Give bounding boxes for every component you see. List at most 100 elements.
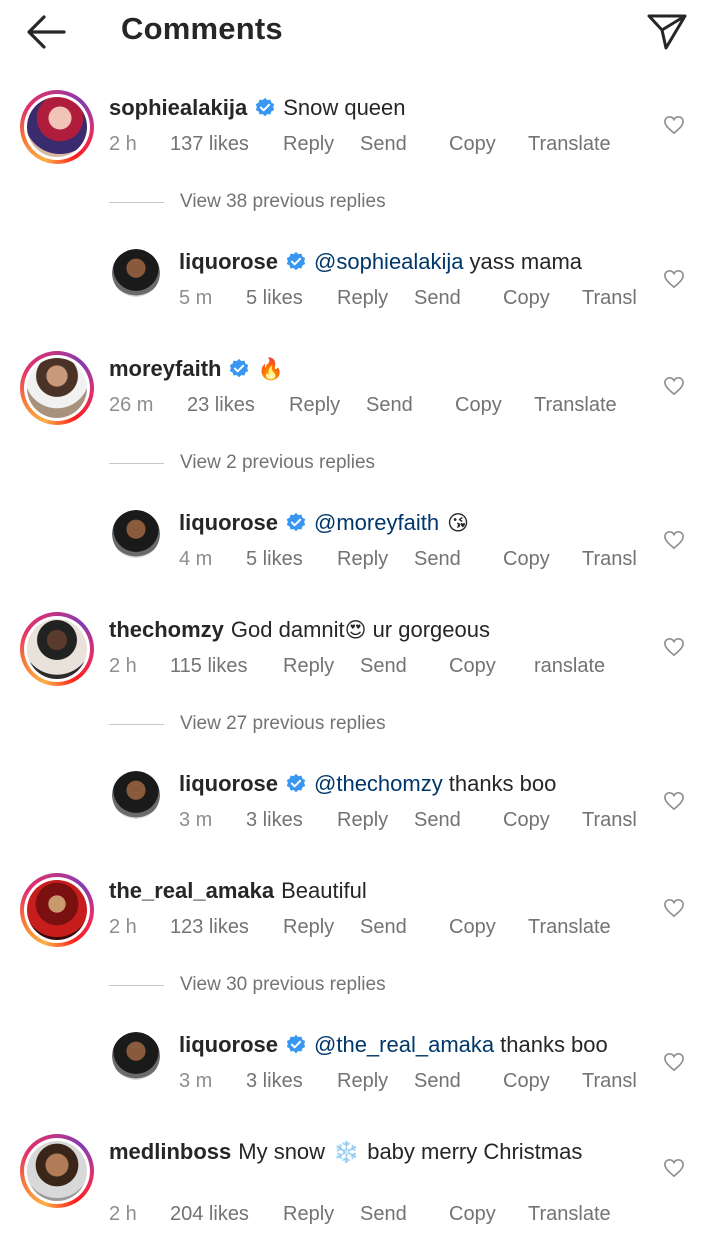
- avatar[interactable]: [112, 1032, 160, 1080]
- comment-username[interactable]: moreyfaith: [109, 356, 221, 382]
- heart-icon[interactable]: [663, 898, 685, 918]
- translate-button[interactable]: Transl: [582, 548, 637, 571]
- heart-icon[interactable]: [663, 376, 685, 396]
- reply-username[interactable]: liquorose: [179, 771, 278, 797]
- heart-icon[interactable]: [663, 1158, 685, 1178]
- reply-username[interactable]: liquorose: [179, 510, 278, 536]
- heart-icon[interactable]: [663, 637, 685, 657]
- send-button[interactable]: Send: [360, 133, 407, 156]
- avatar[interactable]: [20, 873, 94, 947]
- comment-username[interactable]: sophiealakija: [109, 95, 247, 121]
- likes-count[interactable]: 204 likes: [170, 1203, 249, 1226]
- copy-button[interactable]: Copy: [449, 133, 496, 156]
- reply-button[interactable]: Reply: [283, 655, 334, 678]
- send-button[interactable]: Send: [414, 809, 461, 832]
- comment-username[interactable]: the_real_amaka: [109, 878, 274, 904]
- verified-badge-icon: [230, 358, 249, 378]
- reply-meta: 4 m 5 likes Reply Send Copy Transl: [179, 548, 649, 574]
- send-button[interactable]: Send: [360, 916, 407, 939]
- copy-button[interactable]: Copy: [503, 287, 550, 310]
- comment-username[interactable]: thechomzy: [109, 617, 224, 643]
- mention-link[interactable]: @moreyfaith: [314, 510, 439, 536]
- arrow-left-icon[interactable]: [24, 12, 68, 52]
- mention-link[interactable]: @the_real_amaka: [314, 1032, 494, 1058]
- heart-icon[interactable]: [663, 791, 685, 811]
- translate-button[interactable]: ranslate: [534, 655, 605, 678]
- paper-plane-icon[interactable]: [644, 8, 690, 54]
- view-previous-replies[interactable]: View 30 previous replies: [109, 974, 386, 996]
- divider: [109, 462, 164, 464]
- copy-button[interactable]: Copy: [449, 916, 496, 939]
- reply-text: thanks boo: [448, 771, 557, 796]
- send-button[interactable]: Send: [414, 287, 461, 310]
- avatar[interactable]: [112, 249, 160, 297]
- send-button[interactable]: Send: [414, 548, 461, 571]
- reply-username[interactable]: liquorose: [179, 1032, 278, 1058]
- reply-button[interactable]: Reply: [337, 1070, 388, 1093]
- copy-button[interactable]: Copy: [455, 394, 502, 417]
- reply-button[interactable]: Reply: [283, 1203, 334, 1226]
- reply-username[interactable]: liquorose: [179, 249, 278, 275]
- reply-button[interactable]: Reply: [337, 548, 388, 571]
- copy-button[interactable]: Copy: [449, 1203, 496, 1226]
- avatar[interactable]: [20, 1134, 94, 1208]
- likes-count[interactable]: 3 likes: [246, 1070, 303, 1093]
- header: Comments: [0, 0, 720, 62]
- comment-text-after: ur gorgeous: [372, 617, 490, 642]
- translate-button[interactable]: Transl: [582, 1070, 637, 1093]
- avatar[interactable]: [112, 510, 160, 558]
- avatar[interactable]: [112, 771, 160, 819]
- verified-badge-icon: [286, 512, 306, 532]
- reply-button[interactable]: Reply: [283, 133, 334, 156]
- reply-meta: 3 m 3 likes Reply Send Copy Transl: [179, 1070, 649, 1096]
- mention-link[interactable]: @sophiealakija: [314, 249, 464, 275]
- copy-button[interactable]: Copy: [503, 809, 550, 832]
- copy-button[interactable]: Copy: [503, 548, 550, 571]
- reply-button[interactable]: Reply: [283, 916, 334, 939]
- translate-button[interactable]: Translate: [528, 133, 611, 156]
- translate-button[interactable]: Transl: [582, 287, 637, 310]
- avatar[interactable]: [20, 351, 94, 425]
- likes-count[interactable]: 137 likes: [170, 133, 249, 156]
- likes-count[interactable]: 3 likes: [246, 809, 303, 832]
- likes-count[interactable]: 23 likes: [187, 394, 255, 417]
- reply-button[interactable]: Reply: [289, 394, 340, 417]
- reply-text: thanks boo: [500, 1032, 608, 1057]
- heart-icon[interactable]: [663, 269, 685, 289]
- translate-button[interactable]: Transl: [582, 809, 637, 832]
- comment-time: 2 h: [109, 133, 137, 155]
- verified-badge-icon: [256, 97, 275, 117]
- send-button[interactable]: Send: [360, 655, 407, 678]
- comment-meta: 2 h 137 likes Reply Send Copy Translate: [109, 133, 629, 159]
- view-previous-replies[interactable]: View 2 previous replies: [109, 452, 375, 474]
- likes-count[interactable]: 123 likes: [170, 916, 249, 939]
- view-replies-label: View 30 previous replies: [180, 974, 386, 995]
- reply-time: 3 m: [179, 1070, 213, 1092]
- view-previous-replies[interactable]: View 38 previous replies: [109, 191, 386, 213]
- reply-button[interactable]: Reply: [337, 287, 388, 310]
- reply-meta: 3 m 3 likes Reply Send Copy Transl: [179, 809, 649, 835]
- send-button[interactable]: Send: [360, 1203, 407, 1226]
- comment-time: 2 h: [109, 916, 137, 938]
- likes-count[interactable]: 5 likes: [246, 287, 303, 310]
- avatar[interactable]: [20, 612, 94, 686]
- heart-icon[interactable]: [663, 115, 685, 135]
- translate-button[interactable]: Translate: [528, 1203, 611, 1226]
- likes-count[interactable]: 5 likes: [246, 548, 303, 571]
- heart-icon[interactable]: [663, 1052, 685, 1072]
- send-button[interactable]: Send: [414, 1070, 461, 1093]
- reply-meta: 5 m 5 likes Reply Send Copy Transl: [179, 287, 649, 313]
- send-button[interactable]: Send: [366, 394, 413, 417]
- heart-icon[interactable]: [663, 530, 685, 550]
- reply-button[interactable]: Reply: [337, 809, 388, 832]
- avatar[interactable]: [20, 90, 94, 164]
- likes-count[interactable]: 115 likes: [170, 655, 247, 678]
- copy-button[interactable]: Copy: [503, 1070, 550, 1093]
- translate-button[interactable]: Translate: [534, 394, 617, 417]
- copy-button[interactable]: Copy: [449, 655, 496, 678]
- comment-username[interactable]: medlinboss: [109, 1139, 231, 1165]
- view-previous-replies[interactable]: View 27 previous replies: [109, 713, 386, 735]
- translate-button[interactable]: Translate: [528, 916, 611, 939]
- comment-time: 2 h: [109, 1203, 137, 1225]
- mention-link[interactable]: @thechomzy: [314, 771, 443, 797]
